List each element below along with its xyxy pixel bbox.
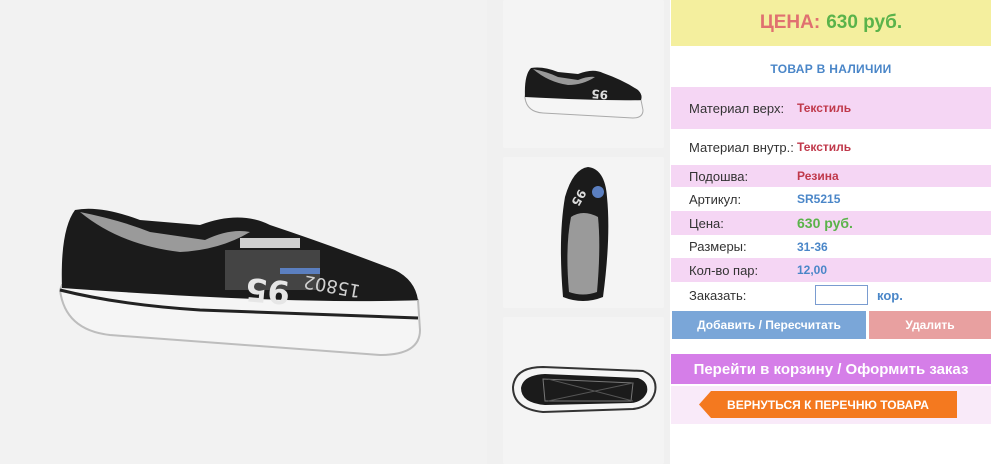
svg-text:95: 95 [244,270,292,312]
go-to-cart-button[interactable]: Перейти в корзину / Оформить заказ [671,354,991,384]
back-to-list-button[interactable]: ВЕРНУТЬСЯ К ПЕРЕЧНЮ ТОВАРА [699,391,957,418]
spec-value: 630 руб. [797,215,853,231]
spec-key: Материал верх: [689,100,785,116]
spec-value: SR5215 [797,192,841,206]
product-main-image[interactable]: 95 15802 [0,0,487,464]
spec-key: Материал внутр.: [689,139,794,155]
delete-button[interactable]: Удалить [869,311,991,339]
svg-text:95: 95 [591,86,609,101]
spec-key: Кол-во пар: [689,262,759,278]
thumbnail-side[interactable]: 95 [503,0,664,148]
product-page: 95 15802 95 95 ЦЕНА: 630 руб. ТОВАР В НА… [0,0,1004,464]
price-header: ЦЕНА: 630 руб. [671,0,991,46]
spec-key: Подошва: [689,168,749,184]
shoe-side-view-image: 95 15802 [58,208,422,357]
spec-row: Материал внутр.: Текстиль [671,129,991,165]
order-unit: кор. [877,287,903,303]
spec-row: Артикул: SR5215 [671,188,991,210]
spec-key: Размеры: [689,239,747,254]
thumbnail-sole[interactable] [503,317,664,464]
price-header-value: 630 руб. [826,12,903,33]
shoe-side-thumb-image: 95 [524,67,644,119]
product-info-panel: ЦЕНА: 630 руб. ТОВАР В НАЛИЧИИ Материал … [671,0,991,464]
spec-key: Цена: [689,215,724,231]
shoe-top-thumb-image: 95 [560,167,609,301]
spec-value: Текстиль [797,140,852,154]
page-right-edge [991,0,1004,464]
stock-status: ТОВАР В НАЛИЧИИ [770,62,892,76]
spec-row: Цена: 630 руб. [671,211,991,235]
spec-value: Резина [797,169,839,183]
order-label: Заказать: [689,287,747,303]
spec-row: Материал верх: Текстиль [671,87,991,129]
thumbnail-top[interactable]: 95 [503,157,664,308]
order-quantity-input[interactable] [815,285,868,305]
add-recalculate-button[interactable]: Добавить / Пересчитать [672,311,866,339]
spec-value: 12,00 [797,263,828,277]
spec-key: Артикул: [689,191,742,207]
spec-row: Подошва: Резина [671,165,991,187]
spec-row: Кол-во пар: 12,00 [671,258,991,282]
shoe-sole-thumb-image [511,365,657,414]
back-button-container: ВЕРНУТЬСЯ К ПЕРЕЧНЮ ТОВАРА [671,386,991,424]
order-row: Заказать: кор. [671,283,991,307]
price-header-label: ЦЕНА: [759,12,821,33]
spec-value: 31-36 [797,239,828,254]
spec-value: Текстиль [797,101,852,115]
spec-row: Размеры: 31-36 [671,235,991,258]
